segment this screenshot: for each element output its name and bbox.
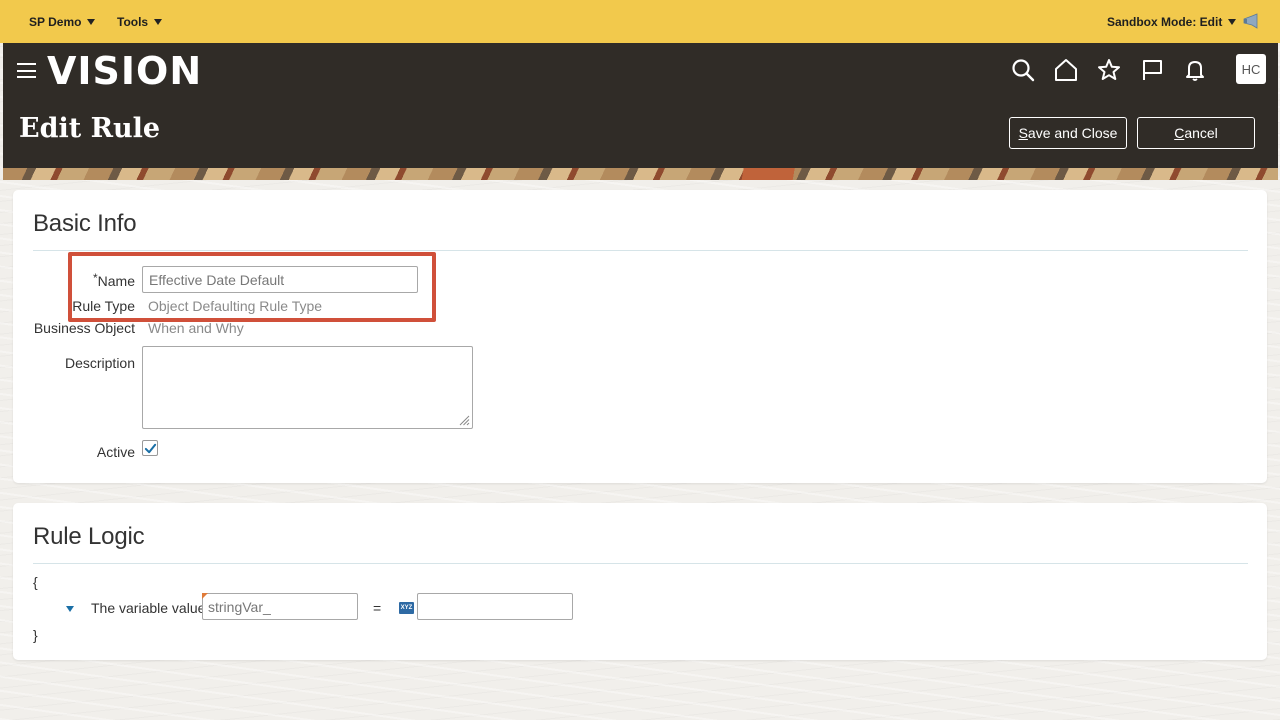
rule-logic-title: Rule Logic <box>33 523 145 550</box>
save-and-close-label: ave and Close <box>1027 125 1118 141</box>
sp-demo-label: SP Demo <box>29 14 82 29</box>
modified-indicator-icon <box>202 593 208 599</box>
name-input[interactable] <box>142 266 418 293</box>
chevron-down-icon <box>154 18 163 25</box>
sp-demo-menu[interactable]: SP Demo <box>29 14 96 29</box>
star-icon[interactable] <box>1096 57 1122 83</box>
chevron-down-icon <box>1228 18 1237 25</box>
checkmark-icon <box>144 443 156 453</box>
collapse-triangle-icon[interactable] <box>66 606 74 612</box>
chevron-down-icon <box>87 18 96 25</box>
page-title: Edit Rule <box>19 113 161 144</box>
tools-label: Tools <box>117 14 149 29</box>
vision-logo: VISION <box>47 49 203 93</box>
home-icon[interactable] <box>1053 57 1079 83</box>
required-marker: * <box>92 271 98 285</box>
user-avatar[interactable]: HC <box>1236 54 1266 84</box>
string-type-icon[interactable]: XYZ <box>399 602 414 614</box>
close-brace: } <box>33 627 38 643</box>
active-checkbox[interactable] <box>142 440 158 456</box>
open-brace: { <box>33 574 38 590</box>
hamburger-menu-icon[interactable] <box>17 63 36 78</box>
operator: = <box>373 600 382 616</box>
value-input[interactable] <box>417 593 573 620</box>
cancel-label: ancel <box>1184 125 1218 141</box>
resize-handle-icon[interactable] <box>459 415 470 426</box>
save-mnemonic: S <box>1018 125 1028 141</box>
cancel-mnemonic: C <box>1174 125 1185 141</box>
search-icon[interactable] <box>1010 57 1036 83</box>
global-topbar: SP Demo Tools Sandbox Mode: Edit <box>0 0 1280 43</box>
bell-icon[interactable] <box>1182 57 1208 83</box>
sandbox-mode-menu[interactable]: Sandbox Mode: Edit <box>1107 14 1237 29</box>
name-label-text: Name <box>97 273 135 289</box>
section-divider <box>33 563 1248 564</box>
save-and-close-button[interactable]: Save and Close <box>1009 117 1127 149</box>
business-object-label: Business Object <box>33 320 135 336</box>
variable-input[interactable] <box>202 593 358 620</box>
name-label: *Name <box>75 271 135 289</box>
description-label: Description <box>64 355 135 371</box>
variable-value-label: The variable value <box>91 600 206 616</box>
app-header: VISION HC Edit Rule Save and Close Cance… <box>3 43 1278 168</box>
description-textarea[interactable] <box>142 346 473 429</box>
basic-info-panel: Basic Info *Name Rule Type Object Defaul… <box>13 190 1267 483</box>
rule-type-value: Object Defaulting Rule Type <box>148 298 323 314</box>
business-object-value: When and Why <box>148 320 244 336</box>
tools-menu[interactable]: Tools <box>117 14 163 29</box>
decorative-banner <box>3 168 1278 180</box>
cancel-button[interactable]: Cancel <box>1137 117 1255 149</box>
sandbox-mode-label: Sandbox Mode: Edit <box>1107 14 1223 29</box>
megaphone-icon[interactable] <box>1243 13 1259 29</box>
basic-info-title: Basic Info <box>33 210 137 237</box>
section-divider <box>33 250 1248 251</box>
active-label: Active <box>96 444 135 460</box>
flag-icon[interactable] <box>1139 57 1165 83</box>
rule-logic-panel: Rule Logic { The variable value = XYZ } <box>13 503 1267 660</box>
rule-type-label: Rule Type <box>72 298 135 314</box>
